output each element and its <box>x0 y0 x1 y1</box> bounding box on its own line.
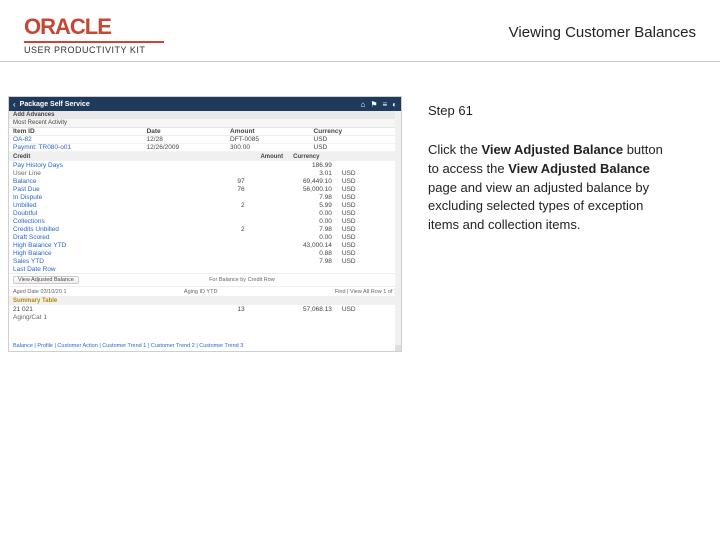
list-item: Past Due7656,000.10USD <box>9 185 401 193</box>
section-most-recent: Most Recent Activity <box>9 119 401 128</box>
upk-label: USER PRODUCTIVITY KIT <box>24 45 164 55</box>
list-item: Draft Scored0.00USD <box>9 233 401 241</box>
content-area: ‹ Package Self Service ⌂ ⚑ ≡ ◐ Add Advan… <box>0 62 720 352</box>
menu-icon[interactable]: ≡ <box>382 100 387 109</box>
list-item: Collections0.00USD <box>9 217 401 225</box>
page-header: ORACLE USER PRODUCTIVITY KIT Viewing Cus… <box>0 0 720 62</box>
list-item: Aging/Cat 1 <box>9 313 401 321</box>
aged-row: Aged Date 03/10/20 1 Aging ID YTD Find |… <box>9 286 401 296</box>
app-titlebar: ‹ Package Self Service ⌂ ⚑ ≡ ◐ <box>9 97 401 111</box>
home-icon[interactable]: ⌂ <box>360 100 365 109</box>
table-header: Item ID Date Amount Currency <box>9 128 401 136</box>
scrollbar[interactable] <box>395 111 401 351</box>
page-title: Viewing Customer Balances <box>509 14 696 41</box>
section-add-advances: Add Advances <box>9 111 401 119</box>
credit-header: Credit Amount Currency <box>9 152 401 161</box>
logo-underline <box>24 41 164 43</box>
list-item: Sales YTD7.98USD <box>9 257 401 265</box>
app-title: Package Self Service <box>20 101 90 108</box>
list-item: Unbilled25.99USD <box>9 201 401 209</box>
list-item: Credits Unbilled27.98USD <box>9 225 401 233</box>
for-balance-label: For Balance by Credit Row <box>83 277 401 283</box>
oracle-logo: ORACLE <box>24 14 164 40</box>
list-item: High Balance YTD43,000.14USD <box>9 241 401 249</box>
list-item: Doubtful0.00USD <box>9 209 401 217</box>
back-icon[interactable]: ‹ <box>13 100 16 109</box>
footer-links[interactable]: Balance | Profile | Customer Action | Cu… <box>9 341 401 351</box>
table-row: Paymnt: TR080-o01 12/26/2009 300.00 USD <box>9 144 401 152</box>
list-item: Pay History Days 186.99 <box>9 161 401 169</box>
screenshot-panel: ‹ Package Self Service ⌂ ⚑ ≡ ◐ Add Advan… <box>0 62 410 352</box>
flag-icon[interactable]: ⚑ <box>370 100 377 109</box>
list-item: User Line 3.01USD <box>9 169 401 177</box>
list-item: Last Date Row <box>9 265 401 273</box>
summary-row: 21 021 13 57,068.13 USD <box>9 305 401 313</box>
table-row: OA-82 12/28 DFT-0085 USD <box>9 136 401 144</box>
notification-icon[interactable]: ◐ <box>392 100 397 109</box>
brand-block: ORACLE USER PRODUCTIVITY KIT <box>24 14 164 55</box>
step-label: Step 61 <box>428 102 676 121</box>
list-item: Balance9769,449.10USD <box>9 177 401 185</box>
instruction-panel: Step 61 Click the View Adjusted Balance … <box>410 62 700 352</box>
list-item: In Dispute7.98USD <box>9 193 401 201</box>
summary-header: Summary Table <box>9 296 401 305</box>
app-toolbar-icons: ⌂ ⚑ ≡ ◐ <box>360 100 397 109</box>
list-item: High Balance0.88USD <box>9 249 401 257</box>
view-adjusted-balance-button[interactable]: View Adjusted Balance <box>13 276 79 284</box>
instruction-text: Click the View Adjusted Balance button t… <box>428 141 676 235</box>
app-window: ‹ Package Self Service ⌂ ⚑ ≡ ◐ Add Advan… <box>8 96 402 352</box>
